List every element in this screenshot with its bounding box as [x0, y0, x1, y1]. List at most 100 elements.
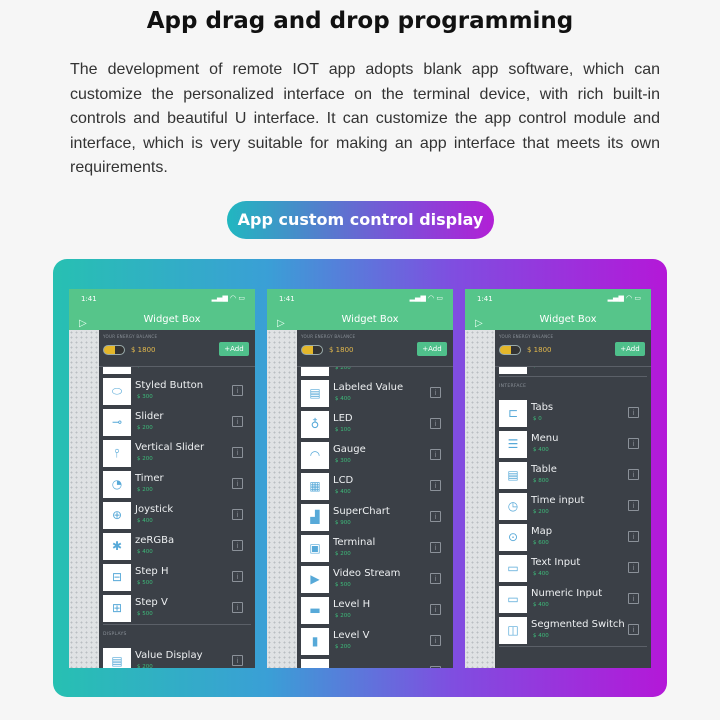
widget-item[interactable]: ⊙ Map $ 600 i	[495, 522, 651, 553]
info-icon[interactable]: i	[628, 500, 639, 511]
info-icon[interactable]: i	[232, 602, 243, 613]
info-icon[interactable]: i	[430, 573, 441, 584]
widget-name: Menu	[531, 433, 559, 444]
widget-price: $ 500	[137, 580, 153, 586]
widget-item[interactable]: ▬ Level H $ 200 i	[297, 595, 453, 626]
widget-item[interactable]: ⫯ Vertical Slider $ 200 i	[99, 438, 255, 469]
widget-price: $ 200	[335, 366, 351, 371]
info-icon[interactable]: i	[628, 531, 639, 542]
info-icon[interactable]: i	[232, 478, 243, 489]
balance-label: YOUR ENERGY BALANCE	[301, 334, 356, 339]
info-icon[interactable]: i	[232, 655, 243, 666]
info-icon[interactable]: i	[430, 635, 441, 646]
widget-price: $ 500	[137, 611, 153, 617]
canvas-grid	[267, 330, 297, 668]
widget-price: $ 500	[533, 366, 549, 369]
widget-price: $ 200	[137, 425, 153, 431]
widget-list[interactable]: ▭ $ 500 iINTERFACE ⊏ Tabs $ 0 i ☰ Menu $…	[495, 366, 651, 668]
info-icon[interactable]: i	[430, 418, 441, 429]
signal-wifi-battery-icon: ▂▄▆ ◠ ▭	[409, 294, 443, 302]
widget-item[interactable]: ▣ Terminal $ 200 i	[297, 533, 453, 564]
widget-item[interactable]: ⊏ Tabs $ 0 i	[495, 398, 651, 429]
widget-price: $ 400	[533, 633, 549, 639]
widget-item[interactable]: ◫ Segmented Switch $ 400 i	[495, 615, 651, 646]
info-icon[interactable]: i	[232, 385, 243, 396]
section-header: INTERFACE	[499, 376, 647, 398]
widget-icon: ◔	[103, 471, 131, 498]
widget-item[interactable]: ⬭ Styled Button $ 300 i	[99, 376, 255, 407]
widget-item[interactable]: ◔ Timer $ 200 i	[99, 469, 255, 500]
widget-item[interactable]: ▭ $ 200 i	[297, 366, 453, 378]
info-icon[interactable]: i	[232, 540, 243, 551]
widget-item[interactable]: ▮ Level V $ 200 i	[297, 626, 453, 657]
info-icon[interactable]: i	[628, 469, 639, 480]
info-icon[interactable]: i	[430, 666, 441, 668]
widget-icon: ◷	[499, 493, 527, 520]
widget-price: $ 500	[335, 582, 351, 588]
widget-item[interactable]: ⊸ Slider $ 200 i	[99, 407, 255, 438]
widget-name: Segmented Switch	[531, 619, 625, 630]
widget-item[interactable]: ⊟ Step H $ 500 i	[99, 562, 255, 593]
info-icon[interactable]: i	[430, 449, 441, 460]
widget-icon: ◫	[499, 617, 527, 644]
widget-item[interactable]: ♁ LED $ 100 i	[297, 409, 453, 440]
widget-price: $ 900	[335, 520, 351, 526]
widget-price: $ 400	[533, 602, 549, 608]
widget-price: $ 800	[533, 478, 549, 484]
info-icon[interactable]: i	[430, 511, 441, 522]
widget-icon: ▮	[301, 628, 329, 655]
custom-control-display-button[interactable]: App custom control display	[227, 201, 494, 239]
info-icon[interactable]: i	[430, 366, 441, 367]
add-energy-button[interactable]: +Add	[615, 342, 645, 356]
widget-list[interactable]: ▭ $ 200 i ▤ Labeled Value $ 400 i ♁ LED …	[297, 366, 453, 668]
info-icon[interactable]: i	[232, 447, 243, 458]
widget-item[interactable]: ▶ Video Stream $ 500 i	[297, 564, 453, 595]
widget-list[interactable]: ▭ $ 200 i ⬭ Styled Button $ 300 i ⊸ Slid…	[99, 366, 255, 668]
widget-item[interactable]: ⊞ Step V $ 500 i	[99, 593, 255, 624]
widget-item[interactable]: ▤ Labeled Value $ 400 i	[297, 378, 453, 409]
widget-name: Time input	[531, 495, 585, 506]
info-icon[interactable]: i	[628, 624, 639, 635]
widget-item[interactable]: ▭ Numeric Input $ 400 i	[495, 584, 651, 615]
balance-value: $ 1800	[527, 346, 552, 354]
widget-item[interactable]: ▭ Text Input $ 400 i	[495, 553, 651, 584]
widget-item[interactable]: ◠ Gauge $ 300 i	[297, 440, 453, 471]
widget-icon: ▤	[499, 462, 527, 489]
widget-item[interactable]: ▭ i	[297, 657, 453, 668]
info-icon[interactable]: i	[232, 571, 243, 582]
widget-item[interactable]: ⊕ Joystick $ 400 i	[99, 500, 255, 531]
widget-name: Table	[531, 464, 557, 475]
info-icon[interactable]: i	[430, 542, 441, 553]
info-icon[interactable]: i	[430, 604, 441, 615]
canvas-grid	[465, 330, 495, 668]
widget-item[interactable]: ▭ $ 500 i	[495, 366, 651, 376]
widget-name: Styled Button	[135, 380, 204, 391]
widget-item[interactable]: ✱ zeRGBa $ 400 i	[99, 531, 255, 562]
widget-price: $ 300	[137, 394, 153, 400]
widget-icon: ⊸	[103, 409, 131, 436]
widget-item[interactable]: ▤ Table $ 800 i	[495, 460, 651, 491]
widget-price: $ 400	[335, 396, 351, 402]
widget-item[interactable]: ▭ $ 200 i	[99, 367, 255, 376]
widget-icon: ▬	[301, 597, 329, 624]
widget-name: Step V	[135, 597, 168, 608]
widget-icon: ⫯	[103, 440, 131, 467]
widget-item[interactable]: ◷ Time input $ 200 i	[495, 491, 651, 522]
add-energy-button[interactable]: +Add	[219, 342, 249, 356]
info-icon[interactable]: i	[628, 562, 639, 573]
info-icon[interactable]: i	[430, 480, 441, 491]
widget-item[interactable]: ☰ Menu $ 400 i	[495, 429, 651, 460]
info-icon[interactable]: i	[628, 438, 639, 449]
widget-price: $ 100	[335, 427, 351, 433]
widget-name: Tabs	[531, 402, 554, 413]
info-icon[interactable]: i	[628, 593, 639, 604]
widget-item[interactable]: ▟ SuperChart $ 900 i	[297, 502, 453, 533]
info-icon[interactable]: i	[232, 509, 243, 520]
widget-item[interactable]: ▦ LCD $ 400 i	[297, 471, 453, 502]
info-icon[interactable]: i	[232, 416, 243, 427]
widget-item[interactable]: ▤ Value Display $ 200 i	[99, 646, 255, 668]
battery-icon	[499, 345, 521, 355]
add-energy-button[interactable]: +Add	[417, 342, 447, 356]
info-icon[interactable]: i	[628, 407, 639, 418]
info-icon[interactable]: i	[430, 387, 441, 398]
